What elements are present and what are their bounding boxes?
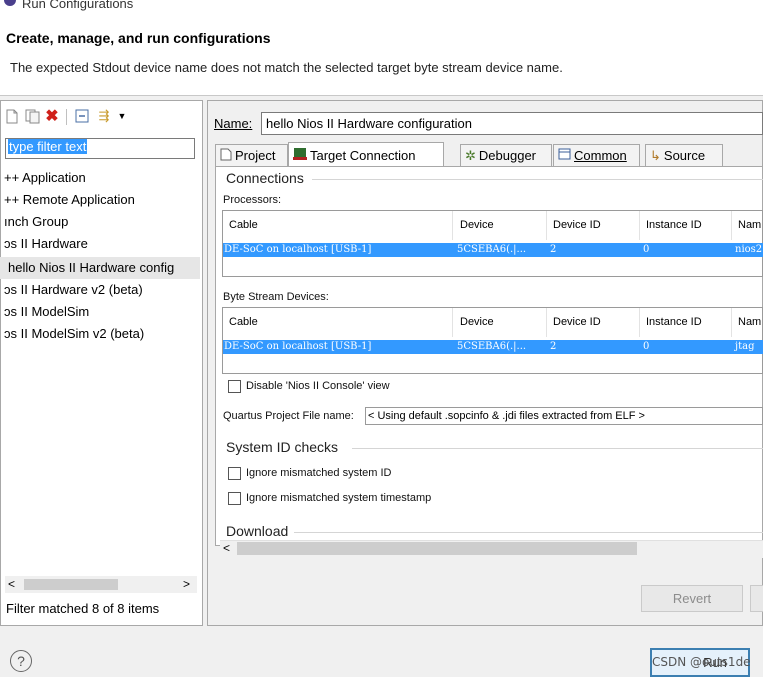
group-divider <box>294 532 763 533</box>
name-field[interactable]: hello Nios II Hardware configuration <box>261 112 763 135</box>
ignore-timestamp-checkbox[interactable] <box>228 492 241 505</box>
table-cell: 5CSEBA6(.|... <box>457 244 527 255</box>
column-header-device[interactable]: Device <box>454 308 547 337</box>
tree-item[interactable]: ++ Application <box>0 167 200 189</box>
table-cell: 0 <box>643 341 650 352</box>
collapse-all-icon[interactable] <box>74 108 90 124</box>
table-cell: jtag <box>735 341 755 352</box>
table-cell: DE-SoC on localhost [USB-1] <box>224 244 372 255</box>
tree-item[interactable]: ɔs II ModelSim v2 (beta) <box>0 323 200 345</box>
quartus-file-field[interactable]: < Using default .sopcinfo & .jdi files e… <box>365 407 763 425</box>
tab-debugger[interactable]: ✲ Debugger <box>460 144 552 166</box>
table-cell: DE-SoC on localhost [USB-1] <box>224 341 372 352</box>
tab-source[interactable]: ↳ Source <box>645 144 723 166</box>
quartus-label: Quartus Project File name: <box>223 410 354 422</box>
column-header-name[interactable]: Nam <box>732 211 763 240</box>
byte-stream-label: Byte Stream Devices: <box>223 291 329 303</box>
column-header-instance-id[interactable]: Instance ID <box>640 211 732 240</box>
tree-item[interactable]: ++ Remote Application <box>0 189 200 211</box>
tree-item[interactable]: ɔs II Hardware v2 (beta) <box>0 279 200 301</box>
scroll-left-arrow[interactable]: < <box>8 577 15 591</box>
ignore-timestamp-label: Ignore mismatched system timestamp <box>246 492 432 504</box>
tree-item[interactable]: ınch Group <box>0 211 200 233</box>
tree-item[interactable]: ɔs II ModelSim <box>0 301 200 323</box>
filter-icon[interactable]: ⇶ <box>96 108 112 124</box>
window-title: Run Configurations <box>22 0 134 11</box>
group-divider <box>312 179 763 180</box>
common-icon <box>558 148 571 163</box>
source-icon: ↳ <box>650 147 661 163</box>
system-id-group-title: System ID checks <box>226 439 339 455</box>
apply-button[interactable] <box>750 585 763 612</box>
new-config-icon[interactable] <box>4 108 20 124</box>
column-header-name[interactable]: Nam <box>732 308 763 337</box>
tab-common[interactable]: Common <box>553 144 640 166</box>
table-row[interactable]: DE-SoC on localhost [USB-1] 5CSEBA6(.|..… <box>223 340 763 354</box>
column-header-instance-id[interactable]: Instance ID <box>640 308 732 337</box>
table-cell: 2 <box>550 341 557 352</box>
duplicate-icon[interactable] <box>24 108 40 124</box>
column-header-device[interactable]: Device <box>454 211 547 240</box>
byte-stream-table: Cable Device Device ID Instance ID Nam D… <box>222 307 763 374</box>
tree-item[interactable]: ɔs II Hardware <box>0 233 200 255</box>
error-message: The expected Stdout device name does not… <box>10 60 563 75</box>
table-cell: nios2 <box>735 244 763 255</box>
table-row[interactable]: DE-SoC on localhost [USB-1] 5CSEBA6(.|..… <box>223 243 763 257</box>
disable-console-checkbox[interactable] <box>228 380 241 393</box>
tab-target-connection[interactable]: Target Connection <box>288 142 444 167</box>
connection-icon <box>293 147 307 163</box>
processors-table: Cable Device Device ID Instance ID Nam D… <box>222 210 763 277</box>
scrollbar-thumb[interactable] <box>237 542 637 555</box>
download-group-title: Download <box>226 523 289 539</box>
column-header-cable[interactable]: Cable <box>223 211 453 240</box>
delete-icon[interactable]: ✖ <box>44 108 60 125</box>
ignore-id-label: Ignore mismatched system ID <box>246 467 392 479</box>
column-header-device-id[interactable]: Device ID <box>547 211 640 240</box>
table-cell: 2 <box>550 244 557 255</box>
watermark: CSDN @outs1de <box>652 655 751 669</box>
disable-console-label: Disable 'Nios II Console' view <box>246 380 390 392</box>
scroll-left-arrow[interactable]: < <box>223 541 230 555</box>
chevron-down-icon[interactable]: ▼ <box>114 108 130 124</box>
project-icon <box>220 148 232 164</box>
help-icon[interactable]: ? <box>10 650 32 672</box>
scroll-right-arrow[interactable]: > <box>183 577 190 591</box>
filter-input[interactable]: type filter text <box>5 138 195 159</box>
scrollbar-thumb[interactable] <box>24 579 118 590</box>
ignore-id-checkbox[interactable] <box>228 467 241 480</box>
revert-button[interactable]: Revert <box>641 585 743 612</box>
table-cell: 0 <box>643 244 650 255</box>
toolbar-separator <box>66 109 67 125</box>
connections-group-title: Connections <box>226 170 304 186</box>
column-header-device-id[interactable]: Device ID <box>547 308 640 337</box>
filter-status: Filter matched 8 of 8 items <box>6 601 160 616</box>
tree-item-selected[interactable]: hello Nios II Hardware config <box>0 257 200 279</box>
name-label: Name: <box>214 116 253 131</box>
table-cell: 5CSEBA6(.|... <box>457 341 527 352</box>
debugger-icon: ✲ <box>465 147 476 163</box>
group-divider <box>352 448 763 449</box>
processors-label: Processors: <box>223 194 282 206</box>
tab-project[interactable]: Project <box>215 144 288 166</box>
page-title: Create, manage, and run configurations <box>6 30 271 46</box>
column-header-cable[interactable]: Cable <box>223 308 453 337</box>
